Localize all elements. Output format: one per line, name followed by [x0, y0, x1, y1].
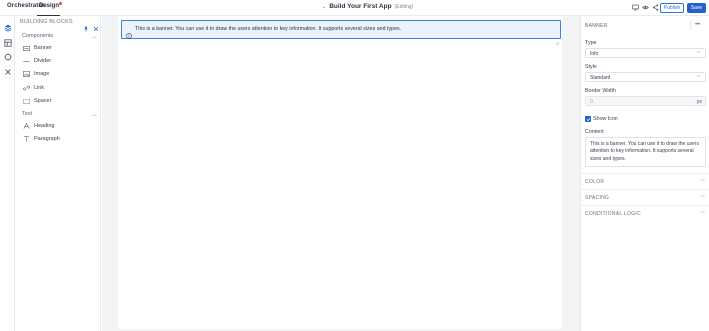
app-title-dropdown[interactable]: ⌄ Build Your First App (Editing) [322, 3, 413, 10]
panel-title: BUILDING BLOCKS [20, 19, 73, 25]
image-icon [23, 71, 30, 77]
content-value: This is a banner. You can use it to draw… [590, 141, 699, 162]
content-label: Content [585, 129, 604, 135]
editing-badge: (Editing) [394, 3, 414, 10]
banner-component[interactable]: This is a banner. You can use it to draw… [121, 20, 561, 46]
more-options-icon[interactable]: ••• [695, 22, 700, 28]
heading-icon [23, 123, 30, 129]
save-button[interactable]: Save [687, 3, 706, 13]
paragraph-icon [23, 136, 30, 142]
section-text-label: Text [22, 111, 33, 117]
block-label: Heading [34, 123, 55, 129]
block-label: Link [34, 85, 45, 91]
toolbar-icons [632, 4, 659, 11]
rail-data[interactable] [3, 52, 12, 61]
unsaved-dot [59, 2, 63, 5]
border-width-value: 0 [590, 99, 593, 105]
style-label: Style [585, 64, 597, 70]
check-icon [586, 117, 590, 121]
section-components[interactable]: Components ︿ [22, 33, 97, 40]
blocks-icon [4, 24, 11, 32]
variables-icon [4, 68, 11, 75]
eye-icon[interactable] [642, 4, 649, 11]
rail-blocks[interactable] [3, 23, 12, 32]
page-canvas[interactable] [118, 16, 562, 329]
style-value: Standard [590, 75, 611, 81]
data-icon [3, 52, 12, 61]
chevron-down-icon: ﹀ [696, 75, 702, 80]
section-spacing[interactable]: SPACING ﹀ [581, 189, 709, 205]
tab-design[interactable]: Design [37, 2, 63, 16]
type-label: Type [585, 40, 597, 46]
rail-pages[interactable] [3, 38, 12, 47]
block-banner[interactable]: Banner [23, 45, 52, 51]
block-paragraph[interactable]: Paragraph [23, 136, 60, 142]
banner-text: This is a banner. You can use it to draw… [135, 26, 402, 32]
block-heading[interactable]: Heading [23, 123, 55, 129]
chevron-down-icon: ﹀ [700, 211, 706, 216]
top-bar: Orchestrator Design ⌄ Build Your First A… [0, 0, 709, 16]
block-link[interactable]: Link [23, 85, 44, 91]
info-icon [126, 26, 132, 39]
properties-title: BANNER [585, 23, 608, 29]
block-label: Spacer [34, 98, 52, 104]
header-divider [690, 20, 691, 30]
chevron-down-icon: ﹀ [700, 195, 706, 200]
block-label: Paragraph [34, 136, 60, 142]
spacer-icon [23, 98, 30, 104]
section-conditional-logic[interactable]: CONDITIONAL LOGIC ﹀ [581, 205, 709, 221]
publish-button[interactable]: Publish [660, 3, 684, 13]
pages-icon [3, 38, 12, 47]
chevron-down-icon: ﹀ [700, 179, 706, 184]
properties-panel: BANNER ••• Type Info ﹀ Style Standard ﹀ … [580, 16, 709, 331]
block-label: Image [34, 71, 50, 77]
tab-design-label: Design [39, 3, 60, 9]
type-value: Info [590, 51, 599, 57]
show-icon-checkbox[interactable] [585, 116, 591, 122]
section-text[interactable]: Text ︿ [22, 111, 97, 118]
section-color[interactable]: COLOR ﹀ [581, 173, 709, 189]
rail-variables[interactable] [3, 67, 12, 76]
share-icon[interactable] [652, 4, 659, 11]
divider-icon [23, 58, 30, 64]
resize-handle-icon[interactable] [555, 32, 560, 46]
border-width-label: Border Width [585, 88, 616, 94]
building-blocks-panel: BUILDING BLOCKS Components ︿ Banner Divi… [15, 16, 101, 331]
type-select[interactable]: Info ﹀ [585, 48, 706, 58]
banner-icon [23, 45, 30, 51]
border-width-unit: px [696, 99, 702, 105]
style-select[interactable]: Standard ﹀ [585, 72, 706, 82]
chevron-down-icon: ⌄ [322, 3, 327, 10]
link-icon [23, 85, 30, 91]
section-components-label: Components [22, 33, 54, 39]
app-title: Build Your First App [329, 3, 392, 10]
block-image[interactable]: Image [23, 71, 49, 77]
block-label: Banner [34, 45, 52, 51]
border-width-input[interactable]: 0 px [585, 96, 706, 106]
desktop-preview-icon[interactable] [632, 4, 639, 11]
section-conditional-logic-label: CONDITIONAL LOGIC [585, 211, 642, 217]
content-textarea[interactable]: This is a banner. You can use it to draw… [585, 137, 706, 167]
chevron-down-icon: ﹀ [696, 51, 702, 56]
section-color-label: COLOR [585, 179, 605, 185]
chevron-up-icon: ︿ [91, 34, 97, 40]
section-spacing-label: SPACING [585, 195, 610, 201]
chevron-up-icon: ︿ [91, 112, 97, 118]
block-spacer[interactable]: Spacer [23, 98, 51, 104]
icon-rail [0, 16, 15, 331]
block-divider[interactable]: Divider [23, 58, 51, 64]
show-icon-label[interactable]: Show Icon [593, 116, 618, 122]
block-label: Divider [34, 58, 52, 64]
